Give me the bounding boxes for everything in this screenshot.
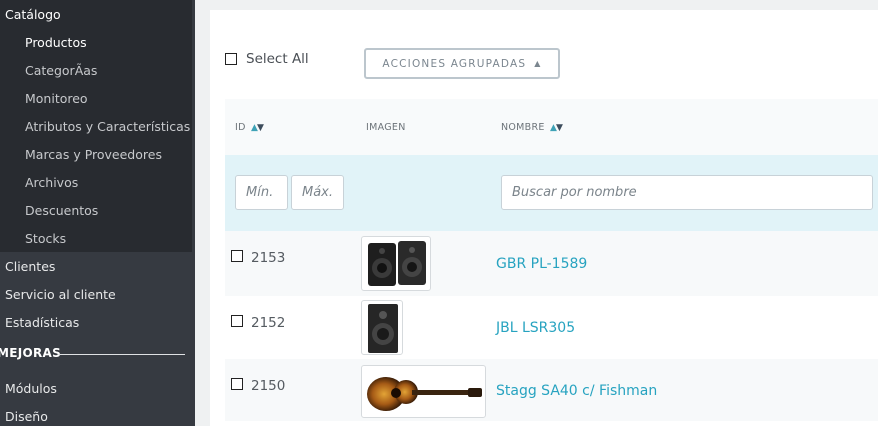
bulk-actions-button[interactable]: ACCIONES AGRUPADAS ▲ (364, 48, 560, 79)
sidebar-subitem-atributos[interactable]: Atributos y Características (25, 119, 190, 134)
row-id: 2150 (251, 378, 286, 394)
studio-monitor-icon (368, 304, 398, 353)
row-checkbox[interactable] (231, 250, 243, 262)
product-name-link[interactable]: JBL LSR305 (496, 320, 575, 336)
row-id: 2152 (251, 315, 286, 331)
name-filter-input[interactable] (501, 175, 873, 210)
id-max-filter-input[interactable] (291, 175, 344, 210)
content-gutter (195, 0, 210, 426)
row-checkbox[interactable] (231, 378, 243, 390)
sidebar-item-modulos[interactable]: Módulos (5, 381, 57, 396)
sidebar-subitem-productos[interactable]: Productos (25, 35, 87, 50)
sidebar-section-divider (58, 354, 185, 355)
column-header-name[interactable]: NOMBRE ▲▼ (501, 122, 563, 133)
sidebar-subitem-stocks[interactable]: Stocks (25, 231, 66, 246)
sidebar-subitem-monitoreo[interactable]: Monitoreo (25, 91, 88, 106)
column-header-name-label: NOMBRE (501, 122, 545, 133)
sidebar-item-servicio[interactable]: Servicio al cliente (5, 287, 116, 302)
sidebar-item-diseno[interactable]: Diseño (5, 409, 48, 424)
caret-up-icon: ▲ (534, 59, 542, 68)
bulk-actions-label: ACCIONES AGRUPADAS (382, 57, 527, 70)
id-min-filter-input[interactable] (235, 175, 288, 210)
product-image[interactable] (361, 365, 486, 418)
speakers-pair-icon (368, 241, 426, 286)
select-all-label[interactable]: Select All (246, 51, 309, 67)
row-id: 2153 (251, 250, 286, 266)
sidebar-subitem-marcas[interactable]: Marcas y Proveedores (25, 147, 162, 162)
sidebar-section-header: MEJORAS (0, 346, 62, 360)
product-name-link[interactable]: GBR PL-1589 (496, 256, 587, 272)
select-all-checkbox[interactable] (225, 53, 237, 65)
row-checkbox[interactable] (231, 315, 243, 327)
sidebar-item-estadisticas[interactable]: Estadísticas (5, 315, 79, 330)
column-header-image: IMAGEN (366, 122, 406, 133)
product-image[interactable] (361, 236, 431, 291)
product-name-link[interactable]: Stagg SA40 c/ Fishman (496, 383, 657, 399)
sidebar-item-clientes[interactable]: Clientes (5, 259, 55, 274)
column-header-id-label: ID (235, 122, 246, 133)
acoustic-guitar-icon (367, 377, 482, 411)
column-header-id[interactable]: ID ▲▼ (235, 122, 264, 133)
sort-icon[interactable]: ▲▼ (251, 123, 264, 133)
sidebar-subitem-descuentos[interactable]: Descuentos (25, 203, 98, 218)
sidebar-subitem-categorias[interactable]: CategorÃas (25, 63, 97, 78)
sidebar-subitem-archivos[interactable]: Archivos (25, 175, 78, 190)
product-image[interactable] (361, 300, 403, 355)
sort-icon[interactable]: ▲▼ (550, 123, 563, 133)
sidebar: Catálogo Productos CategorÃas Monitoreo … (0, 0, 195, 426)
sidebar-item-catalog[interactable]: Catálogo (5, 7, 61, 22)
